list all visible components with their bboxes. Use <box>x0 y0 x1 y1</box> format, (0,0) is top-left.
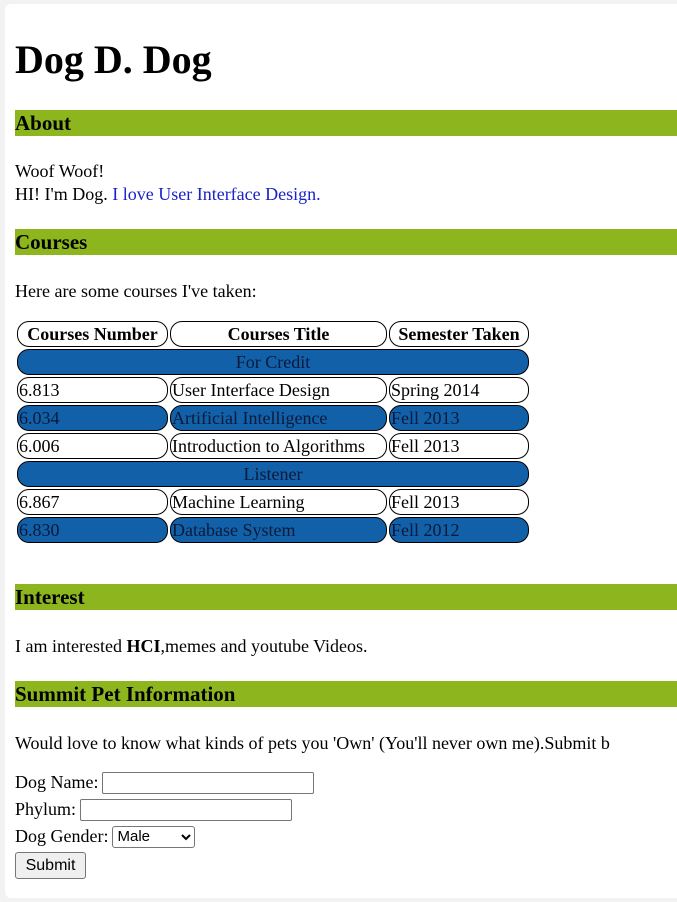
course-number: 6.034 <box>17 405 168 431</box>
about-intro: HI! I'm Dog. <box>15 184 113 204</box>
about-link[interactable]: I love User Interface Design. <box>112 184 320 204</box>
interest-bold: HCI <box>126 636 161 656</box>
interest-heading: Interest <box>15 584 677 610</box>
dog-name-label: Dog Name: <box>15 772 99 792</box>
phylum-input[interactable] <box>80 798 293 821</box>
header-course-title: Courses Title <box>170 321 387 347</box>
header-course-number: Courses Number <box>17 321 168 347</box>
group-row-listener: Listener <box>17 461 529 487</box>
pet-form-intro: Would love to know what kinds of pets yo… <box>15 733 610 753</box>
courses-table: Courses Number Courses Title Semester Ta… <box>15 319 531 545</box>
pet-form-heading: Summit Pet Information <box>15 681 677 707</box>
dog-name-row: Dog Name: <box>15 769 315 796</box>
page-title: Dog D. Dog <box>15 37 212 82</box>
dog-name-input[interactable] <box>102 771 315 794</box>
course-title: User Interface Design <box>170 377 387 403</box>
group-label-credit: For Credit <box>17 349 529 375</box>
courses-heading: Courses <box>15 229 677 255</box>
about-line-1: Woof Woof! <box>15 161 105 181</box>
submit-button[interactable]: Submit <box>15 852 86 879</box>
table-header-row: Courses Number Courses Title Semester Ta… <box>17 321 529 347</box>
page: Dog D. Dog About Woof Woof! HI! I'm Dog.… <box>5 4 677 898</box>
group-row-credit: For Credit <box>17 349 529 375</box>
course-number: 6.006 <box>17 433 168 459</box>
course-semester: Fell 2013 <box>389 433 529 459</box>
gender-row: Dog Gender: Male <box>15 823 314 850</box>
table-row: 6.813 User Interface Design Spring 2014 <box>17 377 529 403</box>
course-title: Machine Learning <box>170 489 387 515</box>
table-row: 6.830 Database System Fell 2012 <box>17 517 529 543</box>
courses-intro: Here are some courses I've taken: <box>15 281 257 301</box>
gender-label: Dog Gender: <box>15 826 109 846</box>
phylum-row: Phylum: <box>15 796 314 823</box>
course-title: Introduction to Algorithms <box>170 433 387 459</box>
course-semester: Fell 2013 <box>389 405 529 431</box>
course-semester: Spring 2014 <box>389 377 529 403</box>
interest-prefix: I am interested <box>15 636 127 656</box>
table-row: 6.867 Machine Learning Fell 2013 <box>17 489 529 515</box>
phylum-label: Phylum: <box>15 799 77 819</box>
about-heading: About <box>15 110 677 136</box>
pet-form: Dog Name: Phylum: Dog Gender: Male Submi… <box>15 769 315 879</box>
gender-select[interactable]: Male <box>112 825 196 848</box>
course-number: 6.830 <box>17 517 168 543</box>
header-semester: Semester Taken <box>389 321 529 347</box>
table-row: 6.006 Introduction to Algorithms Fell 20… <box>17 433 529 459</box>
course-number: 6.813 <box>17 377 168 403</box>
course-semester: Fell 2013 <box>389 489 529 515</box>
course-title: Database System <box>170 517 387 543</box>
interest-text: I am interested HCI,memes and youtube Vi… <box>15 635 368 658</box>
interest-suffix: ,memes and youtube Videos. <box>160 636 368 656</box>
course-semester: Fell 2012 <box>389 517 529 543</box>
about-line-2: HI! I'm Dog. I love User Interface Desig… <box>15 183 321 206</box>
table-row: 6.034 Artificial Intelligence Fell 2013 <box>17 405 529 431</box>
course-title: Artificial Intelligence <box>170 405 387 431</box>
group-label-listener: Listener <box>17 461 529 487</box>
course-number: 6.867 <box>17 489 168 515</box>
